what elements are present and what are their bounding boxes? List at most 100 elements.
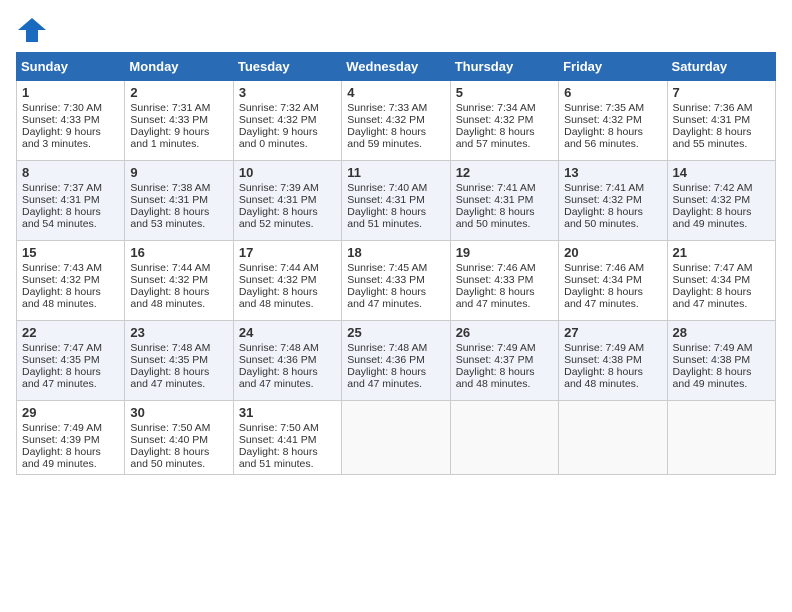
daylight-text: Daylight: 8 hours and 47 minutes. bbox=[347, 286, 444, 310]
sunrise-text: Sunrise: 7:34 AM bbox=[456, 102, 553, 114]
calendar-cell: 26Sunrise: 7:49 AMSunset: 4:37 PMDayligh… bbox=[450, 321, 558, 401]
sunset-text: Sunset: 4:38 PM bbox=[673, 354, 770, 366]
daylight-text: Daylight: 8 hours and 51 minutes. bbox=[239, 446, 336, 470]
calendar-cell bbox=[667, 401, 775, 475]
sunrise-text: Sunrise: 7:44 AM bbox=[130, 262, 227, 274]
calendar-cell: 9Sunrise: 7:38 AMSunset: 4:31 PMDaylight… bbox=[125, 161, 233, 241]
calendar-cell: 22Sunrise: 7:47 AMSunset: 4:35 PMDayligh… bbox=[17, 321, 125, 401]
sunset-text: Sunset: 4:31 PM bbox=[347, 194, 444, 206]
daylight-text: Daylight: 8 hours and 50 minutes. bbox=[130, 446, 227, 470]
day-number: 24 bbox=[239, 325, 336, 340]
day-number: 23 bbox=[130, 325, 227, 340]
sunrise-text: Sunrise: 7:33 AM bbox=[347, 102, 444, 114]
day-number: 13 bbox=[564, 165, 661, 180]
day-number: 12 bbox=[456, 165, 553, 180]
sunset-text: Sunset: 4:39 PM bbox=[22, 434, 119, 446]
daylight-text: Daylight: 8 hours and 47 minutes. bbox=[130, 366, 227, 390]
calendar-cell: 14Sunrise: 7:42 AMSunset: 4:32 PMDayligh… bbox=[667, 161, 775, 241]
calendar-cell bbox=[450, 401, 558, 475]
sunrise-text: Sunrise: 7:49 AM bbox=[22, 422, 119, 434]
sunrise-text: Sunrise: 7:36 AM bbox=[673, 102, 770, 114]
calendar-cell: 18Sunrise: 7:45 AMSunset: 4:33 PMDayligh… bbox=[342, 241, 450, 321]
calendar-cell: 30Sunrise: 7:50 AMSunset: 4:40 PMDayligh… bbox=[125, 401, 233, 475]
calendar-cell bbox=[342, 401, 450, 475]
day-number: 5 bbox=[456, 85, 553, 100]
sunrise-text: Sunrise: 7:31 AM bbox=[130, 102, 227, 114]
sunset-text: Sunset: 4:34 PM bbox=[564, 274, 661, 286]
sunrise-text: Sunrise: 7:43 AM bbox=[22, 262, 119, 274]
sunrise-text: Sunrise: 7:44 AM bbox=[239, 262, 336, 274]
calendar-cell: 29Sunrise: 7:49 AMSunset: 4:39 PMDayligh… bbox=[17, 401, 125, 475]
column-header-tuesday: Tuesday bbox=[233, 53, 341, 81]
sunrise-text: Sunrise: 7:35 AM bbox=[564, 102, 661, 114]
day-number: 8 bbox=[22, 165, 119, 180]
daylight-text: Daylight: 8 hours and 47 minutes. bbox=[564, 286, 661, 310]
sunrise-text: Sunrise: 7:41 AM bbox=[564, 182, 661, 194]
sunrise-text: Sunrise: 7:39 AM bbox=[239, 182, 336, 194]
column-header-wednesday: Wednesday bbox=[342, 53, 450, 81]
calendar-cell: 16Sunrise: 7:44 AMSunset: 4:32 PMDayligh… bbox=[125, 241, 233, 321]
day-number: 11 bbox=[347, 165, 444, 180]
sunset-text: Sunset: 4:32 PM bbox=[564, 194, 661, 206]
sunrise-text: Sunrise: 7:46 AM bbox=[564, 262, 661, 274]
daylight-text: Daylight: 8 hours and 55 minutes. bbox=[673, 126, 770, 150]
sunset-text: Sunset: 4:31 PM bbox=[673, 114, 770, 126]
day-number: 14 bbox=[673, 165, 770, 180]
calendar-cell: 12Sunrise: 7:41 AMSunset: 4:31 PMDayligh… bbox=[450, 161, 558, 241]
day-number: 31 bbox=[239, 405, 336, 420]
day-number: 9 bbox=[130, 165, 227, 180]
calendar-cell: 15Sunrise: 7:43 AMSunset: 4:32 PMDayligh… bbox=[17, 241, 125, 321]
calendar-header-row: SundayMondayTuesdayWednesdayThursdayFrid… bbox=[17, 53, 776, 81]
sunset-text: Sunset: 4:32 PM bbox=[456, 114, 553, 126]
calendar-cell: 21Sunrise: 7:47 AMSunset: 4:34 PMDayligh… bbox=[667, 241, 775, 321]
day-number: 28 bbox=[673, 325, 770, 340]
day-number: 3 bbox=[239, 85, 336, 100]
calendar-cell bbox=[559, 401, 667, 475]
daylight-text: Daylight: 8 hours and 47 minutes. bbox=[239, 366, 336, 390]
daylight-text: Daylight: 8 hours and 52 minutes. bbox=[239, 206, 336, 230]
day-number: 25 bbox=[347, 325, 444, 340]
calendar-cell: 10Sunrise: 7:39 AMSunset: 4:31 PMDayligh… bbox=[233, 161, 341, 241]
day-number: 21 bbox=[673, 245, 770, 260]
daylight-text: Daylight: 8 hours and 48 minutes. bbox=[564, 366, 661, 390]
sunset-text: Sunset: 4:33 PM bbox=[347, 274, 444, 286]
sunset-text: Sunset: 4:33 PM bbox=[130, 114, 227, 126]
sunset-text: Sunset: 4:32 PM bbox=[22, 274, 119, 286]
column-header-sunday: Sunday bbox=[17, 53, 125, 81]
sunrise-text: Sunrise: 7:50 AM bbox=[239, 422, 336, 434]
daylight-text: Daylight: 8 hours and 59 minutes. bbox=[347, 126, 444, 150]
sunset-text: Sunset: 4:32 PM bbox=[564, 114, 661, 126]
logo bbox=[16, 16, 50, 44]
sunrise-text: Sunrise: 7:46 AM bbox=[456, 262, 553, 274]
sunrise-text: Sunrise: 7:49 AM bbox=[673, 342, 770, 354]
daylight-text: Daylight: 8 hours and 48 minutes. bbox=[239, 286, 336, 310]
sunrise-text: Sunrise: 7:42 AM bbox=[673, 182, 770, 194]
sunset-text: Sunset: 4:33 PM bbox=[22, 114, 119, 126]
day-number: 18 bbox=[347, 245, 444, 260]
sunset-text: Sunset: 4:31 PM bbox=[22, 194, 119, 206]
daylight-text: Daylight: 8 hours and 51 minutes. bbox=[347, 206, 444, 230]
calendar-week-row: 8Sunrise: 7:37 AMSunset: 4:31 PMDaylight… bbox=[17, 161, 776, 241]
sunrise-text: Sunrise: 7:41 AM bbox=[456, 182, 553, 194]
calendar-cell: 19Sunrise: 7:46 AMSunset: 4:33 PMDayligh… bbox=[450, 241, 558, 321]
sunset-text: Sunset: 4:32 PM bbox=[673, 194, 770, 206]
sunrise-text: Sunrise: 7:48 AM bbox=[347, 342, 444, 354]
day-number: 15 bbox=[22, 245, 119, 260]
sunrise-text: Sunrise: 7:49 AM bbox=[564, 342, 661, 354]
calendar-cell: 13 Sunrise: 7:41 AMSunset: 4:32 PMDayligh… bbox=[559, 161, 667, 241]
sunrise-text: Sunrise: 7:32 AM bbox=[239, 102, 336, 114]
daylight-text: Daylight: 8 hours and 49 minutes. bbox=[673, 366, 770, 390]
sunset-text: Sunset: 4:32 PM bbox=[347, 114, 444, 126]
sunrise-text: Sunrise: 7:50 AM bbox=[130, 422, 227, 434]
daylight-text: Daylight: 8 hours and 50 minutes. bbox=[564, 206, 661, 230]
calendar-cell: 23Sunrise: 7:48 AMSunset: 4:35 PMDayligh… bbox=[125, 321, 233, 401]
daylight-text: Daylight: 8 hours and 47 minutes. bbox=[347, 366, 444, 390]
sunset-text: Sunset: 4:31 PM bbox=[239, 194, 336, 206]
daylight-text: Daylight: 9 hours and 3 minutes. bbox=[22, 126, 119, 150]
daylight-text: Daylight: 8 hours and 56 minutes. bbox=[564, 126, 661, 150]
day-number: 16 bbox=[130, 245, 227, 260]
day-number: 26 bbox=[456, 325, 553, 340]
calendar-cell: 31Sunrise: 7:50 AMSunset: 4:41 PMDayligh… bbox=[233, 401, 341, 475]
daylight-text: Daylight: 8 hours and 57 minutes. bbox=[456, 126, 553, 150]
day-number: 7 bbox=[673, 85, 770, 100]
